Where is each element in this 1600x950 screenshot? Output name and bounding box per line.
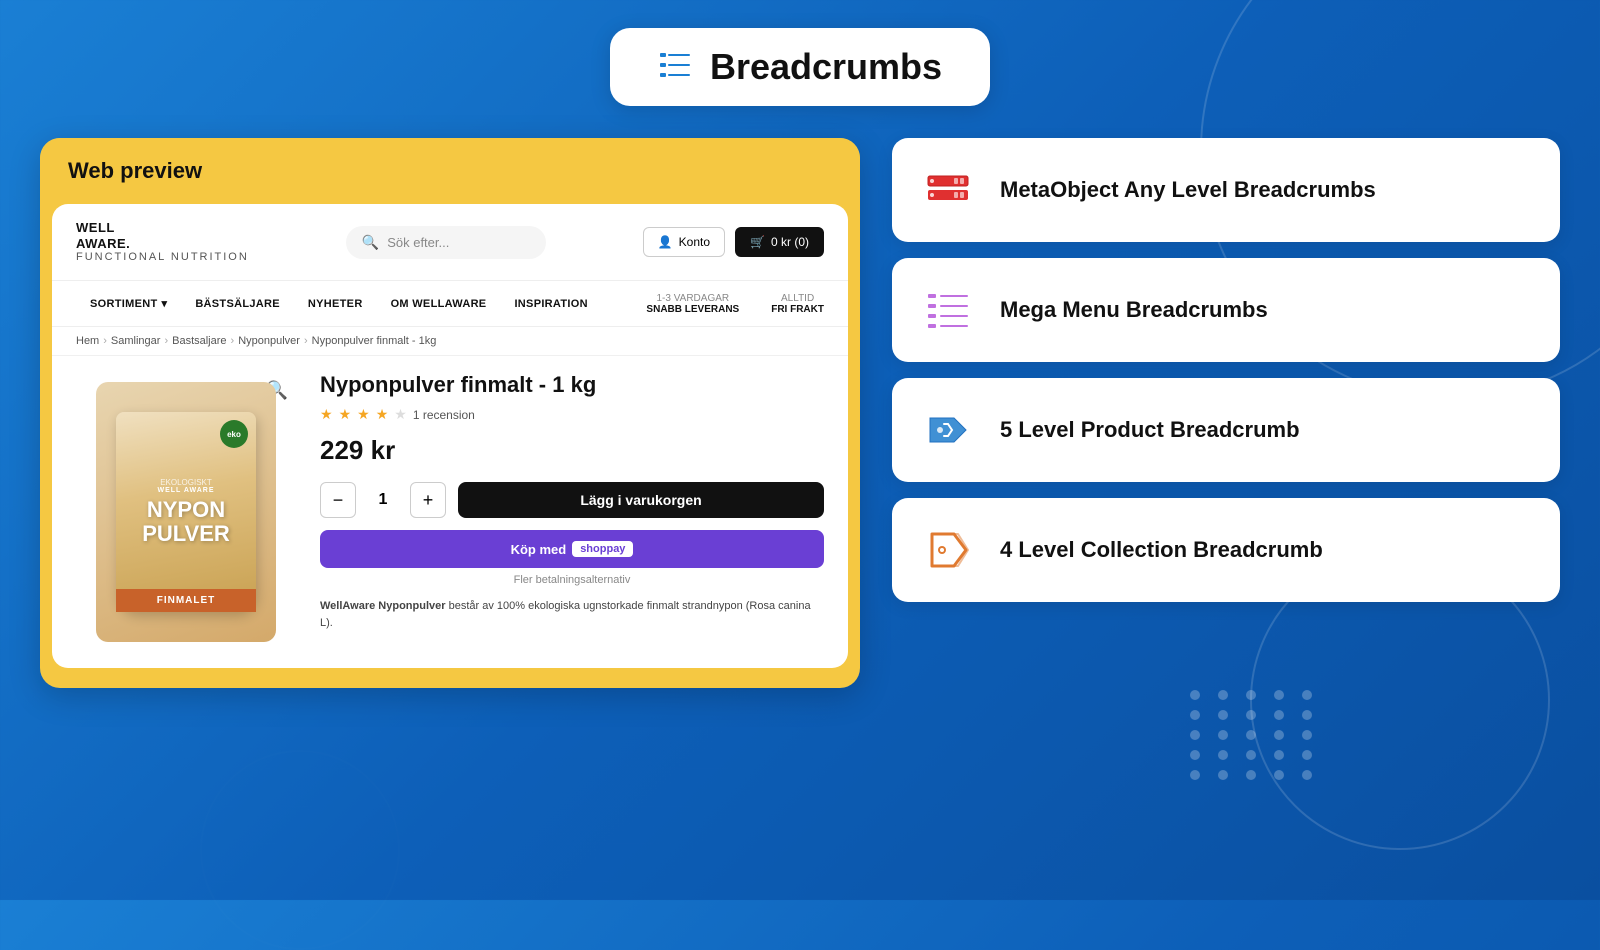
product-bag: eko EKOLOGISKT WELL AWARE NYPONPULVER FI…	[116, 412, 256, 612]
delivery-info-container: 1-3 VARDAGAR SNABB LEVERANS ALLTID FRI F…	[646, 293, 824, 315]
shipping-info: ALLTID FRI FRAKT	[771, 293, 824, 315]
product-description: WellAware Nyponpulver består av 100% eko…	[320, 598, 824, 631]
cart-icon: 🛒	[750, 235, 765, 249]
breadcrumb-item-2[interactable]: Samlingar	[111, 335, 161, 347]
product-price: 229 kr	[320, 435, 824, 466]
delivery-info: 1-3 VARDAGAR SNABB LEVERANS	[646, 293, 739, 315]
card-metaobject-label: MetaObject Any Level Breadcrumbs	[1000, 177, 1376, 203]
store-actions: 👤 Konto 🛒 0 kr (0)	[643, 227, 824, 257]
megamenu-icon-container	[916, 278, 980, 342]
card-5-level[interactable]: 5 Level Product Breadcrumb	[892, 378, 1560, 482]
store-search[interactable]: 🔍 Sök efter...	[346, 226, 546, 259]
metaobject-icon-container	[916, 158, 980, 222]
sidebar-cards: MetaObject Any Level Breadcrumbs Mega Me…	[892, 138, 1560, 688]
logo-line1: WELL	[76, 220, 249, 236]
product-title: Nyponpulver finmalt - 1 kg	[320, 372, 824, 398]
eco-badge: eko	[220, 420, 248, 448]
product-area: 🔍 eko EKOLOGISKT WELL AWARE NYPONPULVER …	[52, 356, 848, 668]
rating-count: 1 recension	[413, 408, 475, 422]
card-4-level[interactable]: 4 Level Collection Breadcrumb	[892, 498, 1560, 602]
shop-pay-button[interactable]: Köp med shoppay	[320, 530, 824, 568]
cart-label: 0 kr (0)	[771, 235, 809, 249]
product-image-container: 🔍 eko EKOLOGISKT WELL AWARE NYPONPULVER …	[76, 372, 296, 652]
product-image: eko EKOLOGISKT WELL AWARE NYPONPULVER FI…	[96, 382, 276, 642]
nav-item-nyheter[interactable]: NYHETER	[294, 292, 377, 316]
web-preview-title: Web preview	[68, 158, 202, 183]
card-mega-menu-label: Mega Menu Breadcrumbs	[1000, 297, 1268, 323]
star-filled-4: ★	[376, 406, 389, 423]
store-nav: SORTIMENT ▾ BÄSTSÄLJARE NYHETER OM WELLA…	[52, 281, 848, 327]
qty-decrease-button[interactable]: −	[320, 482, 356, 518]
star-filled-1: ★	[320, 406, 333, 423]
cart-button[interactable]: 🛒 0 kr (0)	[735, 227, 824, 257]
web-preview-content: WELL AWARE. FUNCTIONAL NUTRITION 🔍 Sök e…	[52, 204, 848, 668]
tag-back-icon	[922, 404, 974, 456]
nav-item-omwellaware[interactable]: OM WELLAWARE	[377, 292, 501, 316]
5level-icon-container	[916, 398, 980, 462]
card-4-level-label: 4 Level Collection Breadcrumb	[1000, 537, 1323, 563]
page-title: Breadcrumbs	[710, 46, 942, 88]
star-half: ★	[394, 406, 407, 423]
nav-item-sortiment[interactable]: SORTIMENT ▾	[76, 291, 181, 316]
web-preview-header: Web preview	[40, 138, 860, 204]
server-icon	[922, 164, 974, 216]
logo-tagline: FUNCTIONAL NUTRITION	[76, 251, 249, 264]
breadcrumb: Hem › Samlingar › Bastsaljare › Nyponpul…	[52, 327, 848, 356]
logo-line2: AWARE.	[76, 236, 249, 252]
card-5-level-label: 5 Level Product Breadcrumb	[1000, 417, 1300, 443]
qty-increase-button[interactable]: +	[410, 482, 446, 518]
web-preview-card: Web preview WELL AWARE. FUNCTIONAL NUTRI…	[40, 138, 860, 688]
header-pill: Breadcrumbs	[610, 28, 990, 106]
list-lines-icon	[922, 284, 974, 336]
4level-icon-container	[916, 518, 980, 582]
account-icon: 👤	[658, 235, 673, 249]
store-header: WELL AWARE. FUNCTIONAL NUTRITION 🔍 Sök e…	[52, 204, 848, 281]
search-placeholder: Sök efter...	[387, 235, 449, 250]
breadcrumb-item-5: Nyponpulver finmalt - 1kg	[312, 335, 437, 347]
card-metaobject[interactable]: MetaObject Any Level Breadcrumbs	[892, 138, 1560, 242]
breadcrumb-item-3[interactable]: Bastsaljare	[172, 335, 226, 347]
product-rating: ★ ★ ★ ★ ★ 1 recension	[320, 406, 824, 423]
store-logo: WELL AWARE. FUNCTIONAL NUTRITION	[76, 220, 249, 264]
product-details: Nyponpulver finmalt - 1 kg ★ ★ ★ ★ ★ 1 r…	[320, 372, 824, 652]
shoppay-brand: shoppay	[572, 541, 633, 557]
breadcrumb-item-4[interactable]: Nyponpulver	[238, 335, 300, 347]
star-filled-2: ★	[339, 406, 352, 423]
list-icon	[658, 47, 694, 88]
main-content: Web preview WELL AWARE. FUNCTIONAL NUTRI…	[0, 106, 1600, 720]
header: Breadcrumbs	[0, 0, 1600, 106]
quantity-row: − 1 + Lägg i varukorgen	[320, 482, 824, 518]
nav-item-bestsellers[interactable]: BÄSTSÄLJARE	[181, 292, 294, 316]
qty-value: 1	[368, 491, 398, 509]
nav-item-inspiration[interactable]: INSPIRATION	[500, 292, 601, 316]
account-button[interactable]: 👤 Konto	[643, 227, 725, 257]
add-to-cart-button[interactable]: Lägg i varukorgen	[458, 482, 824, 518]
star-filled-3: ★	[357, 406, 370, 423]
search-icon: 🔍	[362, 234, 379, 251]
tag-icon	[922, 524, 974, 576]
breadcrumb-item-1[interactable]: Hem	[76, 335, 99, 347]
card-mega-menu[interactable]: Mega Menu Breadcrumbs	[892, 258, 1560, 362]
payment-alt: Fler betalningsalternativ	[320, 574, 824, 586]
chevron-down-icon: ▾	[161, 297, 167, 310]
account-label: Konto	[679, 235, 710, 249]
